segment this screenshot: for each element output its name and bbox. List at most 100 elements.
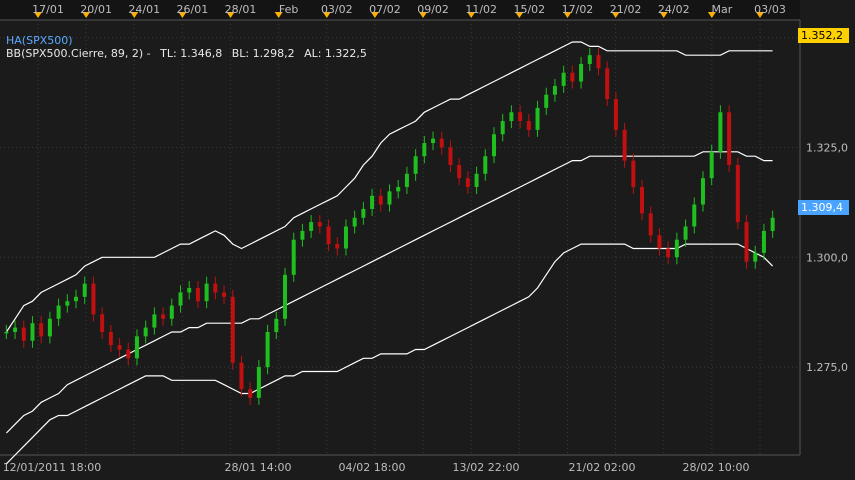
top-axis-label: Mar (711, 3, 732, 16)
candle-body (648, 213, 653, 236)
top-axis-label: 15/02 (513, 3, 545, 16)
candle-body (483, 156, 488, 174)
candle (735, 157, 740, 230)
candle-body (387, 191, 392, 205)
candle-body (622, 129, 627, 161)
candle-body (326, 226, 331, 245)
candle-body (195, 288, 200, 302)
price-tag-top: 1.352,2 (798, 28, 849, 43)
candle-body (770, 217, 775, 231)
y-tick-label: 1.275,0 (806, 361, 848, 374)
candle-body (13, 327, 18, 332)
candle-body (309, 222, 314, 231)
candle-body (605, 68, 610, 100)
top-axis-label: 20/01 (80, 3, 112, 16)
candle-body (47, 318, 52, 337)
candle-body (230, 296, 235, 363)
legend-bb-name: BB(SPX500.Cierre, 89, 2) - (6, 47, 151, 60)
candle-body (378, 195, 383, 205)
candle-body (222, 292, 227, 297)
candle-body (300, 230, 305, 240)
candle-body (204, 283, 209, 302)
candle-body (509, 112, 514, 122)
candle-body (535, 107, 540, 130)
candle-body (631, 160, 636, 187)
top-axis-label: 07/02 (369, 3, 401, 16)
candle-body (700, 178, 705, 205)
candle-body (692, 204, 697, 227)
candle-body (596, 55, 601, 69)
candle-body (448, 147, 453, 165)
candle-body (396, 186, 401, 192)
top-axis-label: 21/02 (610, 3, 642, 16)
candle-body (570, 72, 575, 82)
candle-body (718, 112, 723, 152)
candle-body (404, 173, 409, 187)
candle-body (500, 121, 505, 135)
candle-body (753, 252, 758, 262)
candle-body (117, 345, 122, 350)
top-axis-label: Feb (279, 3, 298, 16)
candle-body (21, 327, 26, 341)
candle-body (352, 217, 357, 227)
candle-body (169, 305, 174, 319)
candle-body (613, 99, 618, 130)
candle-body (683, 226, 688, 240)
candle-body (640, 186, 645, 214)
candle-body (439, 138, 444, 148)
candle-body (413, 156, 418, 174)
top-axis-label: 09/02 (417, 3, 449, 16)
candle-body (744, 222, 749, 262)
candle (283, 267, 288, 326)
bottom-axis-label: 21/02 02:00 (569, 461, 636, 474)
candle-body (343, 226, 348, 249)
candle-body (317, 222, 322, 227)
candle-body (361, 208, 366, 218)
candle-body (74, 296, 79, 302)
candle (727, 105, 732, 173)
candle-body (291, 239, 296, 275)
candle-body (274, 318, 279, 332)
candle-body (518, 112, 523, 122)
top-axis-label: 03/02 (321, 3, 353, 16)
top-axis-label: 28/01 (225, 3, 257, 16)
top-axis-label: 24/01 (128, 3, 160, 16)
y-tick-label: 1.300,0 (806, 251, 848, 264)
candle-body (709, 151, 714, 179)
candle-body (248, 389, 253, 398)
candle-body (579, 63, 584, 82)
candle-body (552, 85, 557, 95)
candle-body (761, 230, 766, 253)
bottom-axis-label: 28/01 14:00 (225, 461, 292, 474)
candle (744, 215, 749, 269)
bottom-axis-label: 04/02 18:00 (339, 461, 406, 474)
price-chart-svg[interactable]: 1.350,01.325,01.300,01.275,017/0120/0124… (0, 0, 855, 480)
chart-background (0, 0, 855, 480)
candle-body (56, 305, 61, 319)
candle-body (457, 165, 462, 179)
candle-body (526, 121, 531, 130)
candle-body (143, 327, 148, 337)
candle-body (474, 173, 479, 187)
candle-body (100, 314, 105, 332)
candle-body (657, 235, 662, 249)
candle (291, 232, 296, 282)
top-axis-label: 03/03 (754, 3, 786, 16)
candle-body (239, 362, 244, 390)
candle-body (152, 314, 157, 328)
top-axis-label: 17/02 (562, 3, 594, 16)
candle-body (666, 248, 671, 258)
legend-al: AL: 1.322,5 (304, 47, 367, 60)
candle-body (108, 331, 113, 346)
legend-tl: TL: 1.346,8 (160, 47, 223, 60)
legend-bl: BL: 1.298,2 (231, 47, 295, 60)
candle-body (134, 336, 139, 359)
bottom-axis-label: 13/02 22:00 (453, 461, 520, 474)
candle-body (465, 178, 470, 187)
chart[interactable]: 1.350,01.325,01.300,01.275,017/0120/0124… (0, 0, 855, 480)
candle-body (82, 283, 87, 297)
candle-body (187, 288, 192, 293)
candle-body (213, 283, 218, 293)
candle-body (370, 195, 375, 209)
candle-body (39, 323, 44, 337)
